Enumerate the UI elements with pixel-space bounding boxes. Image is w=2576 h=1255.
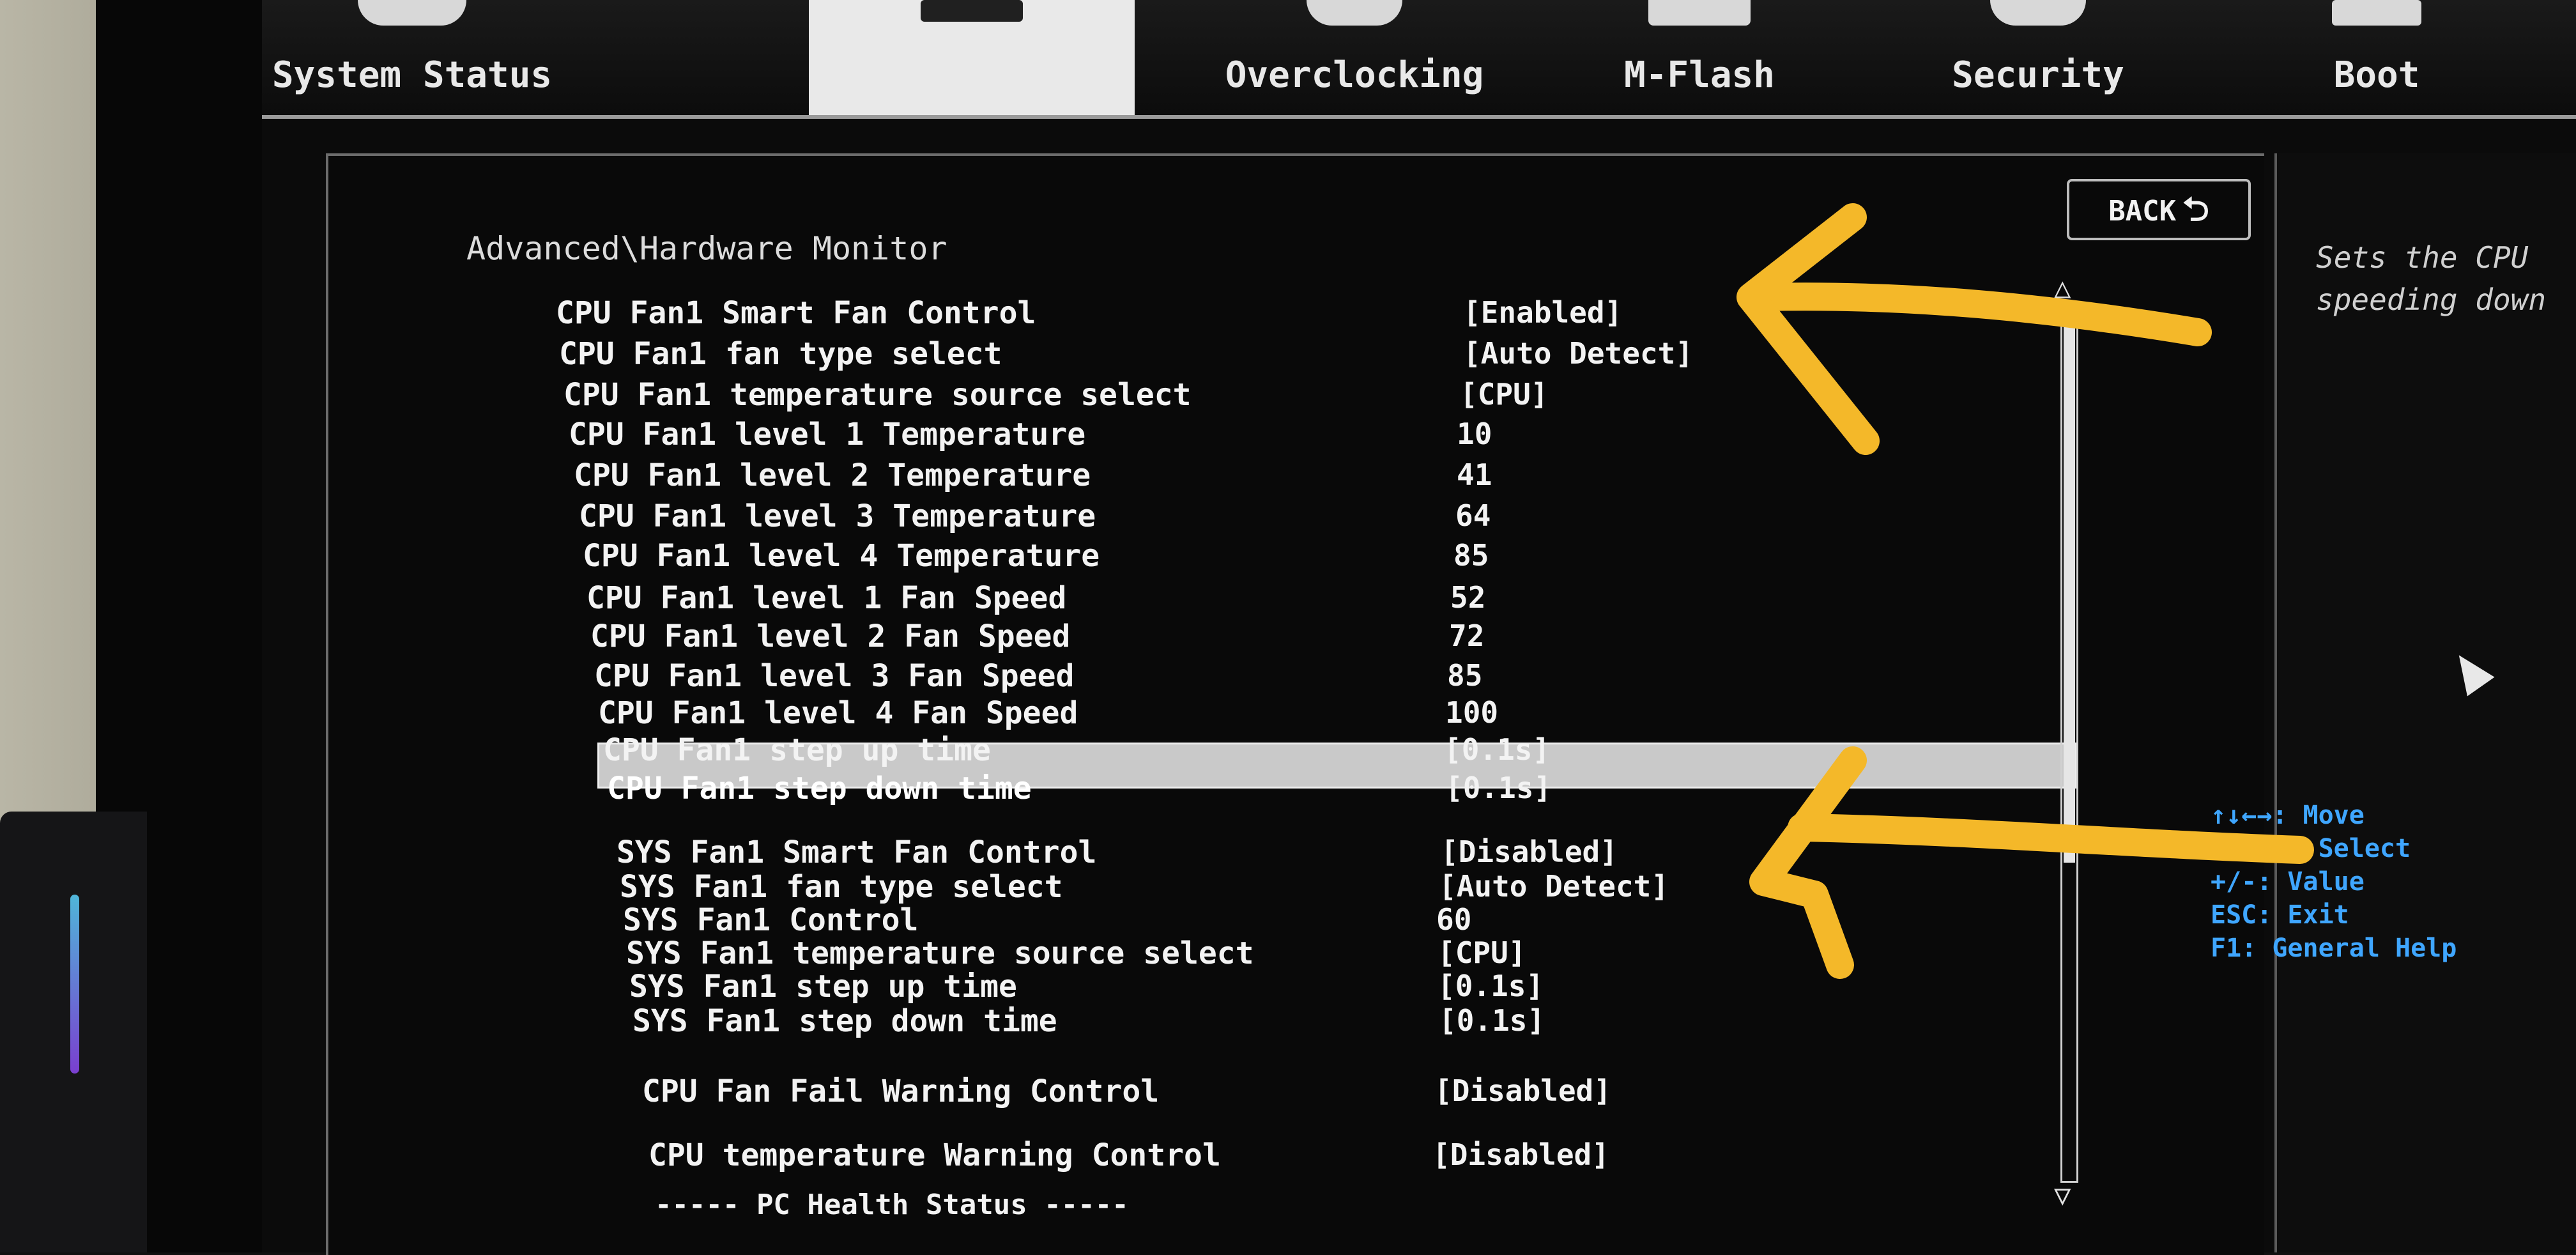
annotation-arrow-1 — [1749, 282, 2212, 346]
annotation-arrow-2 — [1788, 813, 2314, 864]
annotation-overlay — [1736, 203, 2314, 979]
annotation-arrow-2-head — [1749, 746, 1867, 979]
annotation-arrow-1-head — [1736, 203, 1880, 455]
